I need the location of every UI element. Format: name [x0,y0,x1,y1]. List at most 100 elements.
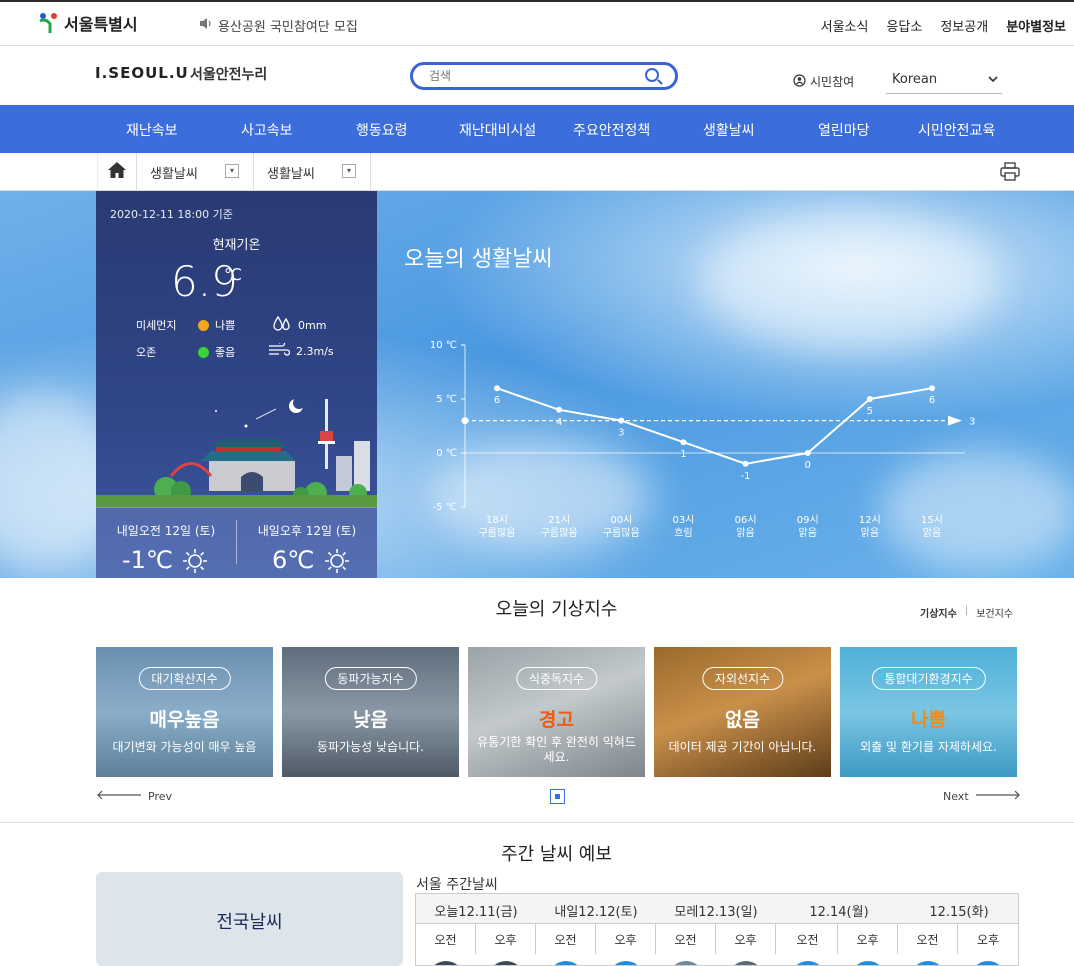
index-description: 대기변화 가능성이 매우 높음 [112,740,257,754]
util-link-news[interactable]: 서울소식 [821,16,869,35]
data-label: 1 [680,449,686,460]
ozone-label: 오존 [136,346,157,359]
wind-row: 2.3m/s [268,340,334,360]
x-sub-label: 구름많음 [479,527,516,539]
section-divider [0,822,1074,823]
index-card[interactable]: 대기확산지수 매우높음 대기변화 가능성이 매우 높음 [96,647,273,777]
y-tick-label: 5 ℃ [436,394,457,405]
util-link-field-info[interactable]: 분야별정보 [1006,16,1066,35]
data-point [866,396,873,402]
chevron-down-icon: ▾ [342,164,356,178]
search-icon[interactable] [645,68,659,82]
weather-icon [970,961,1006,965]
index-name: 동파가능지수 [324,667,417,690]
weather-icon [790,961,826,965]
tab-health-index[interactable]: 보건지수 [976,605,1013,620]
current-temp-label: 현재기온 [212,238,261,253]
data-label: 6 [929,395,935,406]
weather-icon [728,961,764,965]
prev-button[interactable]: Prev [96,790,172,803]
reference-start-point [461,417,469,425]
nav-item-disaster-news[interactable]: 재난속보 [126,120,178,140]
tomorrow-pm-label: 내일오후 12일 (토) [257,524,357,538]
seoul-logo[interactable]: 서울특별시 [38,11,138,35]
breadcrumb-select-level1[interactable]: 생활날씨 ▾ [137,153,254,190]
current-temp-unit: ℃ [224,265,242,284]
index-card[interactable]: 자외선지수 없음 데이터 제공 기간이 아닙니다. [654,647,831,777]
search-input[interactable] [429,66,649,86]
index-card[interactable]: 통합대기환경지수 나쁨 외출 및 환기를 자제하세요. [840,647,1017,777]
citizen-participation[interactable]: 시민참여 [793,73,854,90]
nav-item-policy[interactable]: 주요안전정책 [573,120,650,140]
x-tick-label: 03시 [672,514,694,526]
index-card[interactable]: 식중독지수 경고 유통기한 확인 후 완전히 익혀드세요. [468,647,645,777]
site-name[interactable]: 서울안전누리 [190,64,267,84]
tomorrow-forecast: 내일오전 12일 (토) 내일오후 12일 (토) -1℃ 6℃ [96,507,377,578]
weather-icon [910,961,946,965]
rain-row: 0mm [272,315,326,335]
y-tick-label: 0 ℃ [436,448,457,459]
next-button[interactable]: Next [943,790,1021,803]
indices-tabs: 기상지수 | 보건지수 [920,605,1013,620]
print-button[interactable] [1000,162,1020,185]
index-description: 유통기한 확인 후 완전히 익혀드세요. [477,735,636,764]
search-box [410,62,678,90]
top-bar: 서울특별시 용산공원 국민참여단 모집 서울소식 응답소 정보공개 분야별정보 [0,0,1074,46]
weather-icon [850,961,886,965]
breadcrumb-select-level2[interactable]: 생활날씨 ▾ [254,153,371,190]
ozone-status-dot [198,346,209,358]
nav-item-accident-news[interactable]: 사고속보 [241,120,293,140]
index-card[interactable]: 동파가능지수 낮음 동파가능성 낮습니다. [282,647,459,777]
main-nav: 재난속보 사고속보 행동요령 재난대비시설 주요안전정책 생활날씨 열린마당 시… [0,105,1074,153]
wind-value: 2.3m/s [296,345,334,358]
weekly-pm: 오후 [838,924,898,954]
weekly-days-row: 오늘12.11(금) 내일12.12(토) 모레12.13(일) 12.14(월… [416,894,1018,924]
seoul-logo-text: 서울특별시 [64,15,138,34]
reference-label: 3 [969,417,975,428]
cloud-decoration [700,211,1000,351]
weekly-pm: 오후 [716,924,776,954]
weekly-pm: 오후 [976,933,1000,947]
weekly-day: 내일12.12(토) [554,905,638,920]
data-point [556,406,563,413]
next-label: Next [943,790,969,803]
sun-icon [324,548,350,578]
data-point [929,385,935,392]
weather-icon [548,961,584,965]
nav-item-education[interactable]: 시민안전교육 [918,120,995,140]
nav-item-facilities[interactable]: 재난대비시설 [459,120,536,140]
ozone-value: 좋음 [215,346,236,359]
index-name: 자외선지수 [701,667,784,690]
index-name: 대기확산지수 [138,667,231,690]
language-value: Korean [892,72,938,87]
raindrop-icon [272,315,292,335]
home-button[interactable] [97,153,137,190]
national-weather-card[interactable]: 전국날씨 [96,872,403,966]
util-links: 서울소식 응답소 정보공개 분야별정보 [821,16,1066,35]
pager-bullet[interactable] [550,789,565,804]
weekly-am: 오전 [778,924,838,954]
tab-weather-index[interactable]: 기상지수 [920,605,957,620]
weekly-am: 오전 [656,924,716,954]
util-link-response[interactable]: 응답소 [886,16,922,35]
wind-icon [268,340,291,360]
language-select[interactable]: Korean [886,68,1002,94]
util-link-disclosure[interactable]: 정보공개 [940,16,988,35]
chevron-down-icon [988,75,998,86]
nav-item-weather[interactable]: 생활날씨 [703,120,755,140]
iseoul-logo[interactable]: I.SEOUL.U [95,64,189,82]
fine-dust-value: 나쁨 [215,319,236,332]
y-tick-label: -5 ℃ [433,502,457,513]
nav-item-guidelines[interactable]: 행동요령 [356,120,408,140]
x-sub-label: 구름많음 [541,527,578,539]
breadcrumb: 생활날씨 ▾ 생활날씨 ▾ [0,153,1074,191]
notice[interactable]: 용산공원 국민참여단 모집 [200,16,358,35]
x-sub-label: 맑음 [861,527,879,539]
index-description: 외출 및 환기를 자제하세요. [860,740,997,754]
x-tick-label: 21시 [548,514,570,526]
data-label: 3 [618,428,624,439]
data-point [804,450,811,456]
tab-separator: | [964,605,969,616]
weekly-am: 오전 [898,924,958,954]
nav-item-open-forum[interactable]: 열린마당 [818,120,870,140]
